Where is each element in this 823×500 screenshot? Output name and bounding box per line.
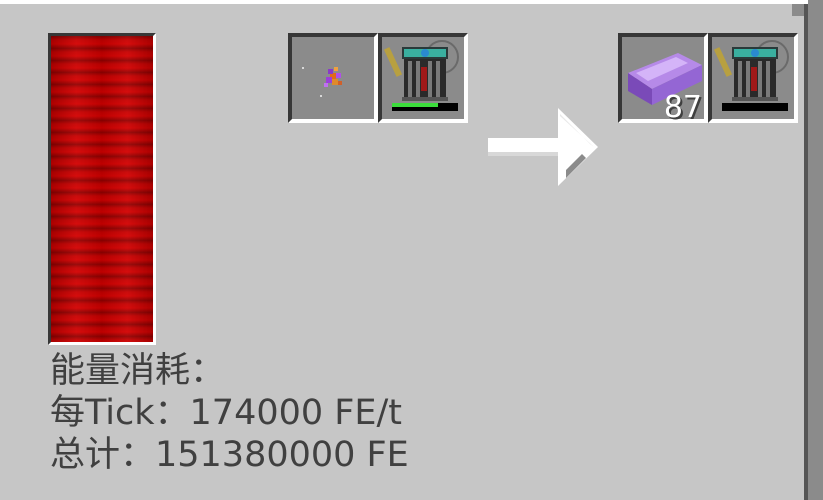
panel-corner [792, 4, 804, 16]
upgrade-progress-track [392, 103, 458, 111]
upgrade-progress-track [722, 103, 788, 111]
upgrade-progress-fill [392, 103, 439, 107]
energy-info: 能量消耗： 每Tick：174000 FE/t 总计：151380000 FE [50, 350, 409, 476]
output-upgrade-slot[interactable] [708, 33, 798, 123]
energy-consumption-heading: 能量消耗： [50, 351, 226, 391]
right-arrow-icon [488, 108, 598, 186]
energy-bar-fill [51, 36, 153, 342]
purple-orange-ore-cluster-icon [302, 67, 342, 97]
item-stack-count: 87 [663, 90, 702, 125]
energy-total: 总计：151380000 FE [50, 435, 409, 475]
upgrade-slot[interactable] [378, 33, 468, 123]
energy-per-tick: 每Tick：174000 FE/t [50, 393, 403, 433]
output-slot[interactable]: 87 [618, 33, 708, 123]
input-slot[interactable] [288, 33, 378, 123]
energy-bar[interactable] [48, 33, 156, 345]
